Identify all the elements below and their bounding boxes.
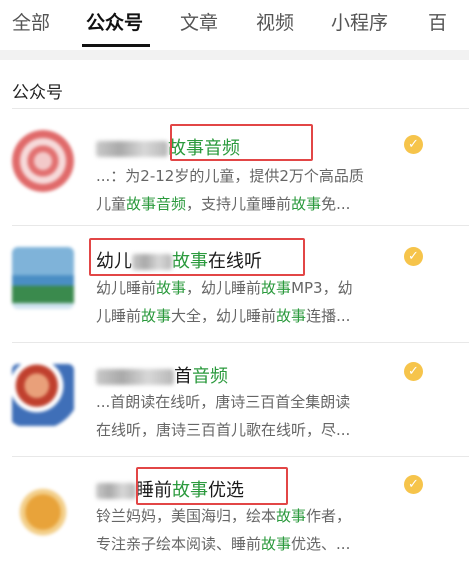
account-result-4[interactable]: 睡前故事优选 ✓ 铃兰妈妈，美国海归，绘本故事作者， 专注亲子绘本阅读、睡前故事… bbox=[0, 456, 469, 568]
account-avatar bbox=[12, 478, 74, 540]
account-name: 首音频 bbox=[96, 362, 228, 388]
blurred-text bbox=[96, 141, 168, 157]
tab-official-accounts[interactable]: 公众号 bbox=[86, 8, 143, 35]
account-description: ...：为2-12岁的儿童，提供2万个高品质 儿童故事音频，支持儿童睡前故事免.… bbox=[96, 167, 364, 213]
highlight-box bbox=[136, 467, 288, 505]
verified-badge-icon: ✓ bbox=[404, 135, 423, 154]
tab-articles[interactable]: 文章 bbox=[180, 8, 218, 35]
divider bbox=[12, 456, 469, 457]
section-title: 公众号 bbox=[12, 83, 63, 103]
account-result-1[interactable]: 故事音频 ✓ ...：为2-12岁的儿童，提供2万个高品质 儿童故事音频，支持儿… bbox=[0, 108, 469, 220]
tab-videos[interactable]: 视频 bbox=[256, 8, 294, 35]
blurred-text bbox=[96, 483, 136, 499]
tab-separator bbox=[0, 50, 469, 60]
highlight-box bbox=[170, 124, 313, 161]
divider bbox=[12, 225, 469, 226]
tab-mini-programs[interactable]: 小程序 bbox=[331, 8, 388, 35]
verified-badge-icon: ✓ bbox=[404, 362, 423, 381]
account-description: 幼儿睡前故事，幼儿睡前故事MP3，幼 儿睡前故事大全，幼儿睡前故事连播... bbox=[96, 279, 353, 325]
account-result-2[interactable]: 幼儿 故事在线听 ✓ 幼儿睡前故事，幼儿睡前故事MP3，幼 儿睡前故事大全，幼儿睡… bbox=[0, 225, 469, 337]
account-avatar bbox=[12, 247, 74, 309]
account-description: 铃兰妈妈，美国海归，绘本故事作者， 专注亲子绘本阅读、睡前故事优选、... bbox=[96, 507, 352, 553]
highlight-box bbox=[89, 238, 305, 276]
account-avatar bbox=[12, 364, 74, 426]
divider bbox=[12, 108, 469, 109]
account-avatar bbox=[12, 130, 74, 192]
account-description: ...首朗读在线听，唐诗三百首全集朗读 在线听，唐诗三百首儿歌在线听，尽... bbox=[96, 393, 351, 439]
tab-all[interactable]: 全部 bbox=[12, 8, 50, 35]
active-tab-indicator bbox=[82, 44, 150, 47]
tab-more[interactable]: 百 bbox=[428, 8, 447, 35]
verified-badge-icon: ✓ bbox=[404, 475, 423, 494]
divider bbox=[12, 342, 469, 343]
search-tab-bar: 全部 公众号 文章 视频 小程序 百 bbox=[0, 0, 469, 50]
account-result-3[interactable]: 首音频 ✓ ...首朗读在线听，唐诗三百首全集朗读 在线听，唐诗三百首儿歌在线听… bbox=[0, 342, 469, 454]
blurred-text bbox=[96, 369, 174, 385]
verified-badge-icon: ✓ bbox=[404, 247, 423, 266]
